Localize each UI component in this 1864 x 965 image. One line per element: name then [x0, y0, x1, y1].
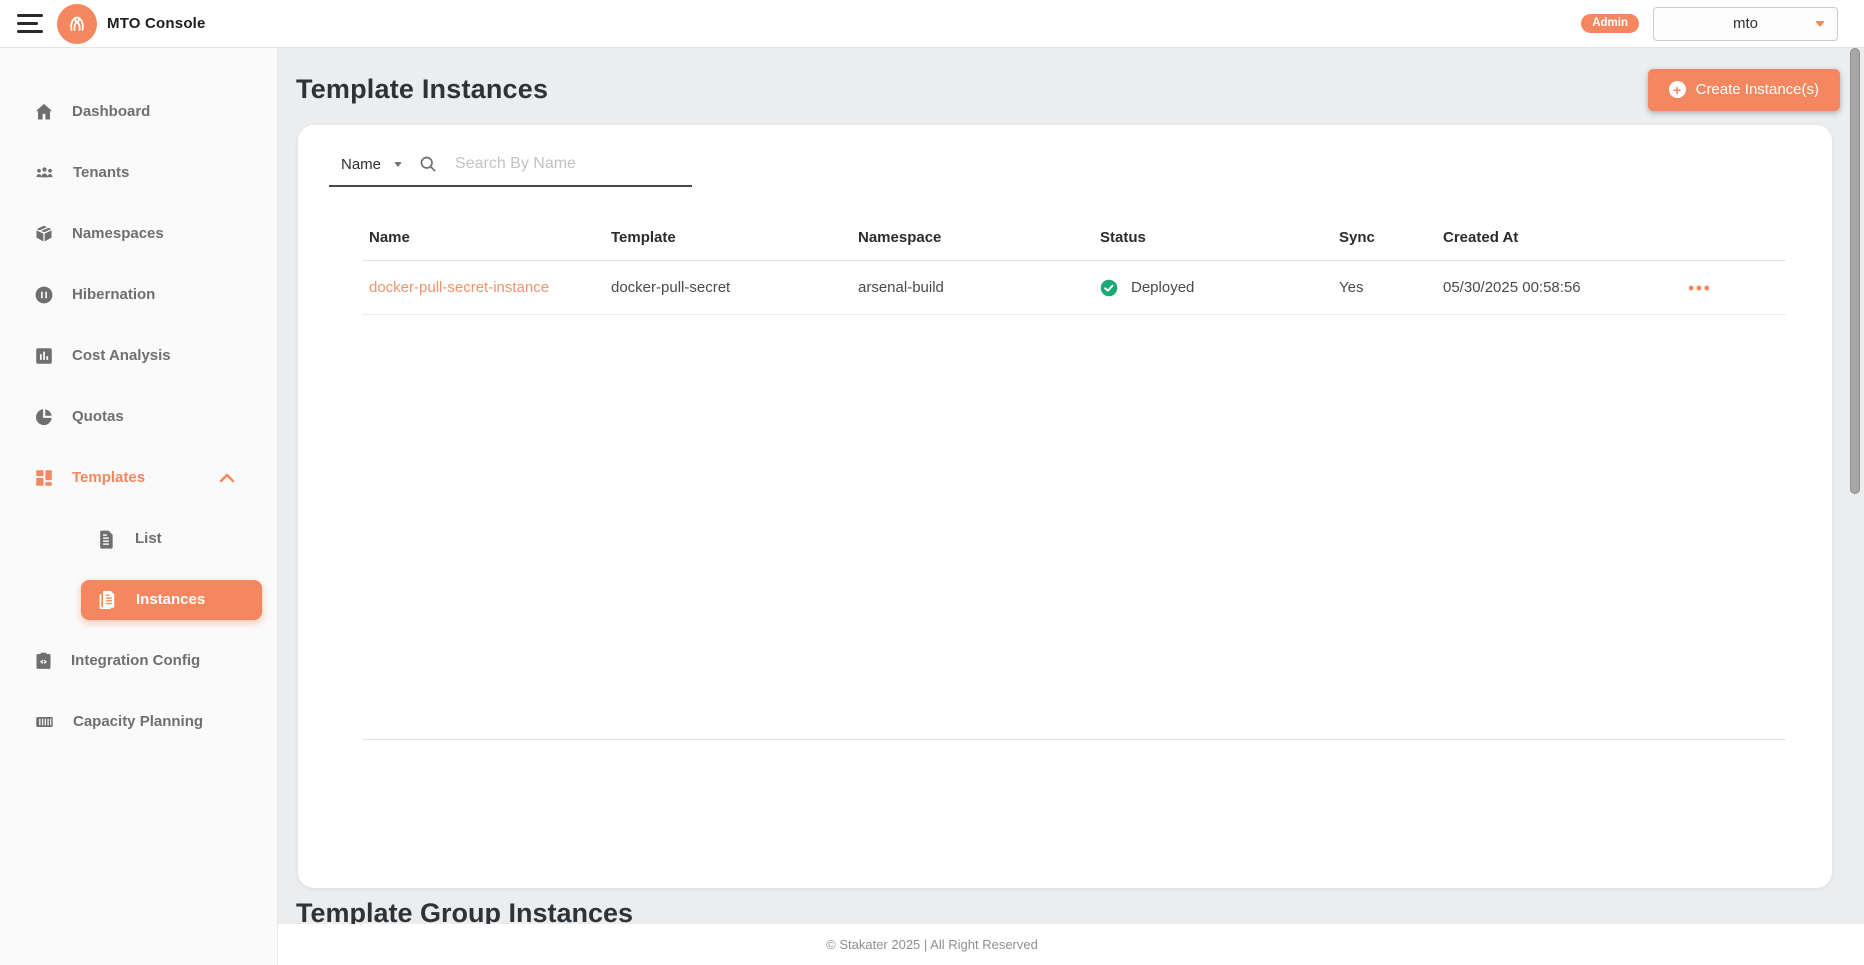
footer: © Stakater 2025 | All Right Reserved: [0, 924, 1864, 965]
row-actions-menu-icon[interactable]: •••: [1681, 279, 1786, 297]
sidebar-item-label: List: [135, 530, 162, 547]
app-title: MTO Console: [107, 15, 206, 32]
table-header-row: Name Template Namespace Status Sync Crea…: [362, 214, 1786, 261]
tenant-dropdown[interactable]: mto: [1653, 7, 1838, 41]
bar-chart-icon: [33, 345, 55, 367]
create-instance-button[interactable]: + Create Instance(s): [1648, 69, 1840, 111]
sidebar-item-templates-instances[interactable]: Instances: [0, 569, 277, 630]
document-icon: [97, 529, 115, 549]
instance-name-link[interactable]: docker-pull-secret-instance: [362, 279, 604, 296]
documents-icon: [97, 589, 116, 610]
barcode-icon: [33, 711, 56, 733]
created-at-cell: 05/30/2025 00:58:56: [1436, 279, 1681, 296]
sidebar-item-namespaces[interactable]: Namespaces: [0, 203, 277, 264]
top-bar: MTO Console Admin mto: [0, 0, 1864, 48]
column-header-template: Template: [604, 229, 851, 246]
page-title: Template Instances: [296, 74, 548, 105]
column-header-created-at: Created At: [1436, 229, 1681, 246]
status-text: Deployed: [1131, 279, 1194, 296]
sidebar-item-label: Templates: [72, 469, 145, 486]
pause-circle-icon: [33, 284, 55, 306]
role-badge: Admin: [1581, 14, 1639, 34]
main-content: Template Instances + Create Instance(s) …: [278, 48, 1864, 965]
active-nav-pill[interactable]: Instances: [81, 580, 262, 620]
grid-icon: [33, 467, 55, 489]
sidebar-item-templates[interactable]: Templates: [0, 447, 277, 508]
sidebar-item-hibernation[interactable]: Hibernation: [0, 264, 277, 325]
sidebar-item-tenants[interactable]: Tenants: [0, 142, 277, 203]
column-header-sync: Sync: [1332, 229, 1436, 246]
table-empty-area: [362, 315, 1786, 740]
template-cell: docker-pull-secret: [604, 279, 851, 296]
column-header-name: Name: [362, 229, 604, 246]
create-instance-button-label: Create Instance(s): [1696, 81, 1819, 98]
sync-cell: Yes: [1332, 279, 1436, 296]
clipboard-code-icon: [33, 650, 54, 672]
sidebar-item-label: Namespaces: [72, 225, 164, 242]
instances-table: Name Template Namespace Status Sync Crea…: [362, 214, 1786, 740]
page-scrollbar-thumb[interactable]: [1850, 48, 1860, 494]
sidebar-item-label: Capacity Planning: [73, 713, 203, 730]
instances-card: Name Name Template Namespace Status Sync…: [298, 125, 1832, 888]
table-row: docker-pull-secret-instance docker-pull-…: [362, 261, 1786, 315]
sidebar-item-quotas[interactable]: Quotas: [0, 386, 277, 447]
tenant-dropdown-value: mto: [1733, 15, 1758, 32]
check-circle-icon: [1100, 279, 1118, 297]
status-cell: Deployed: [1093, 279, 1332, 297]
home-icon: [33, 101, 55, 123]
sidebar-item-integration-config[interactable]: Integration Config: [0, 630, 277, 691]
logo-glyph-icon: [65, 12, 89, 36]
caret-down-icon: [1815, 21, 1825, 27]
sidebar-item-label: Cost Analysis: [72, 347, 171, 364]
box-icon: [33, 223, 55, 245]
sidebar-item-label: Dashboard: [72, 103, 150, 120]
column-header-status: Status: [1093, 229, 1332, 246]
sidebar-item-cost-analysis[interactable]: Cost Analysis: [0, 325, 277, 386]
pie-chart-icon: [33, 406, 55, 428]
column-header-namespace: Namespace: [851, 229, 1093, 246]
sidebar-item-label: Instances: [136, 591, 205, 608]
sidebar-item-dashboard[interactable]: Dashboard: [0, 81, 277, 142]
sidebar-item-label: Quotas: [72, 408, 124, 425]
page-header: Template Instances + Create Instance(s): [278, 48, 1864, 125]
search-icon: [418, 154, 438, 174]
sidebar-item-capacity-planning[interactable]: Capacity Planning: [0, 691, 277, 752]
hamburger-menu-icon[interactable]: [17, 14, 43, 33]
sidebar: Dashboard Tenants Namespaces Hibernation…: [0, 48, 278, 965]
sidebar-item-label: Integration Config: [71, 652, 200, 669]
chevron-up-icon[interactable]: [219, 473, 235, 483]
copyright-text: © Stakater 2025 | All Right Reserved: [826, 937, 1038, 952]
page-scrollbar-track[interactable]: [1848, 48, 1864, 965]
search-bar: Name: [329, 154, 692, 187]
mto-logo: [57, 4, 97, 44]
namespace-cell: arsenal-build: [851, 279, 1093, 296]
sidebar-item-label: Hibernation: [72, 286, 155, 303]
search-input[interactable]: [455, 155, 692, 173]
search-filter-value: Name: [341, 156, 381, 173]
sidebar-item-templates-list[interactable]: List: [0, 508, 277, 569]
sidebar-item-label: Tenants: [73, 164, 129, 181]
plus-circle-icon: +: [1669, 81, 1686, 98]
people-icon: [33, 162, 56, 184]
caret-down-icon: [394, 162, 402, 167]
search-filter-dropdown[interactable]: Name: [341, 156, 402, 173]
